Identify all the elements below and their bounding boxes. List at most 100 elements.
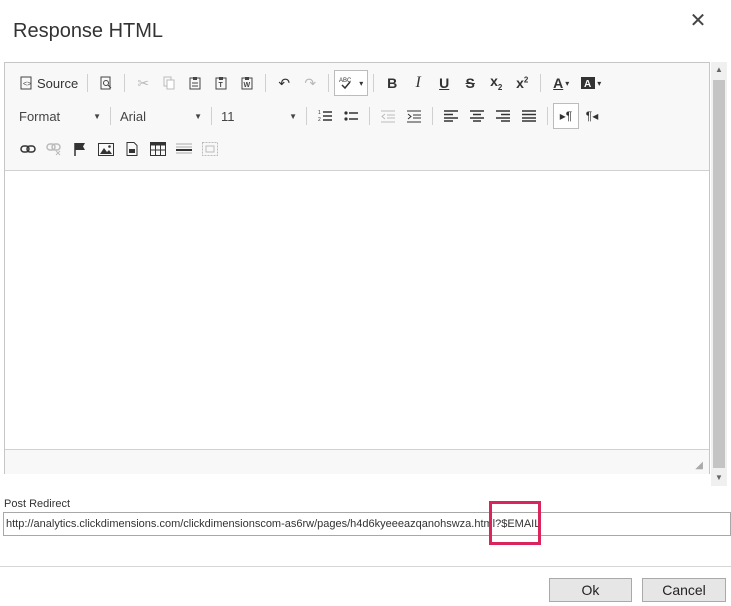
scroll-up-icon[interactable]: ▲ <box>711 63 727 77</box>
format-dropdown[interactable]: Format ▼ <box>15 104 105 128</box>
paste-word-button[interactable]: W <box>234 70 260 96</box>
undo-button[interactable]: ↶ <box>271 70 297 96</box>
copy-button[interactable] <box>156 70 182 96</box>
text-color-icon: A <box>553 75 564 91</box>
increase-indent-button[interactable] <box>401 103 427 129</box>
chevron-down-icon: ▾ <box>565 78 570 88</box>
svg-text:W: W <box>244 82 251 89</box>
image-icon <box>98 142 114 156</box>
font-size-label: 11 <box>221 108 235 124</box>
svg-text:2: 2 <box>318 117 321 123</box>
background-color-button[interactable]: A ▾ <box>576 70 606 96</box>
image-button[interactable] <box>93 136 119 162</box>
close-icon[interactable]: ✕ <box>688 10 708 32</box>
chevron-down-icon: ▼ <box>93 111 101 121</box>
justify-button[interactable] <box>516 103 542 129</box>
flag-icon <box>73 142 87 156</box>
source-icon: <> <box>19 76 33 90</box>
spellcheck-button[interactable]: ABC ▾ <box>334 70 369 96</box>
bulleted-list-button[interactable] <box>338 103 364 129</box>
svg-text:<>: <> <box>23 81 31 88</box>
cut-icon: ✂ <box>137 75 150 91</box>
rtl-direction-icon: ¶◂ <box>585 109 599 123</box>
text-color-button[interactable]: A ▾ <box>546 70 576 96</box>
font-label: Arial <box>120 108 147 124</box>
anchor-button[interactable] <box>67 136 93 162</box>
scroll-down-icon[interactable]: ▼ <box>711 471 727 485</box>
ok-button[interactable]: Ok <box>549 578 632 602</box>
svg-text:A: A <box>584 79 591 90</box>
resize-grip-icon[interactable]: ◢ <box>695 460 703 471</box>
editor-content-area[interactable] <box>5 171 709 449</box>
editor-toolbar: <> Source ✂ T W ↶ ↷ ABC ▾ B I U S x2 x2 … <box>5 63 709 171</box>
unlink-button[interactable] <box>41 136 67 162</box>
editor-status-bar: ◢ <box>5 449 709 474</box>
paste-button[interactable] <box>182 70 208 96</box>
justify-icon <box>522 110 536 122</box>
post-redirect-input[interactable] <box>3 512 731 536</box>
strikethrough-icon: S <box>465 75 475 91</box>
ltr-direction-button[interactable]: ▸¶ <box>553 103 579 129</box>
cut-button[interactable]: ✂ <box>130 70 156 96</box>
background-color-icon: A <box>581 76 596 90</box>
svg-text:T: T <box>219 82 224 89</box>
redo-button[interactable]: ↷ <box>297 70 323 96</box>
paste-text-icon: T <box>214 76 228 90</box>
insert-file-button[interactable] <box>119 136 145 162</box>
numbered-list-icon: 12 <box>318 109 332 123</box>
rich-text-editor: <> Source ✂ T W ↶ ↷ ABC ▾ B I U S x2 x2 … <box>4 62 710 474</box>
strikethrough-button[interactable]: S <box>457 70 483 96</box>
subscript-button[interactable]: x2 <box>483 70 509 96</box>
cancel-button[interactable]: Cancel <box>642 578 726 602</box>
superscript-button[interactable]: x2 <box>509 70 535 96</box>
format-label: Format <box>19 108 61 124</box>
align-right-button[interactable] <box>490 103 516 129</box>
italic-button[interactable]: I <box>405 70 431 96</box>
align-left-button[interactable] <box>438 103 464 129</box>
bulleted-list-icon <box>344 109 358 123</box>
post-redirect-label: Post Redirect <box>4 498 71 510</box>
rtl-direction-button[interactable]: ¶◂ <box>579 103 605 129</box>
horizontal-rule-button[interactable] <box>171 136 197 162</box>
numbered-list-button[interactable]: 12 <box>312 103 338 129</box>
link-icon <box>20 144 36 154</box>
align-center-icon <box>470 110 484 122</box>
chevron-down-icon: ▾ <box>597 78 602 88</box>
font-size-dropdown[interactable]: 11 ▼ <box>217 104 301 128</box>
file-icon <box>126 142 138 156</box>
italic-icon: I <box>415 74 421 91</box>
paste-icon <box>188 76 202 90</box>
align-center-button[interactable] <box>464 103 490 129</box>
spellcheck-icon: ABC <box>339 76 357 90</box>
align-right-icon <box>496 110 510 122</box>
superscript-icon: x2 <box>516 75 529 91</box>
decrease-indent-button[interactable] <box>375 103 401 129</box>
align-left-icon <box>444 110 458 122</box>
preview-icon <box>99 76 113 90</box>
vertical-scrollbar[interactable]: ▲ ▼ <box>711 62 727 486</box>
ltr-direction-icon: ▸¶ <box>559 109 573 123</box>
unlink-icon <box>46 142 62 156</box>
iframe-button[interactable] <box>197 136 223 162</box>
underline-icon: U <box>439 75 450 91</box>
copy-icon <box>162 76 176 90</box>
chevron-down-icon: ▼ <box>289 111 297 121</box>
scrollbar-thumb[interactable] <box>713 80 725 468</box>
footer-divider <box>0 566 731 567</box>
iframe-icon <box>202 142 218 156</box>
bold-button[interactable]: B <box>379 70 405 96</box>
subscript-icon: x2 <box>490 73 503 92</box>
horizontal-rule-icon <box>176 142 192 156</box>
table-icon <box>150 142 166 156</box>
chevron-down-icon: ▾ <box>359 78 364 88</box>
link-button[interactable] <box>15 136 41 162</box>
table-button[interactable] <box>145 136 171 162</box>
bold-icon: B <box>387 75 398 91</box>
paste-text-button[interactable]: T <box>208 70 234 96</box>
preview-button[interactable] <box>93 70 119 96</box>
font-dropdown[interactable]: Arial ▼ <box>116 104 206 128</box>
source-button[interactable]: <> Source <box>15 70 82 96</box>
underline-button[interactable]: U <box>431 70 457 96</box>
redo-icon: ↷ <box>304 75 317 91</box>
increase-indent-icon <box>407 109 421 123</box>
